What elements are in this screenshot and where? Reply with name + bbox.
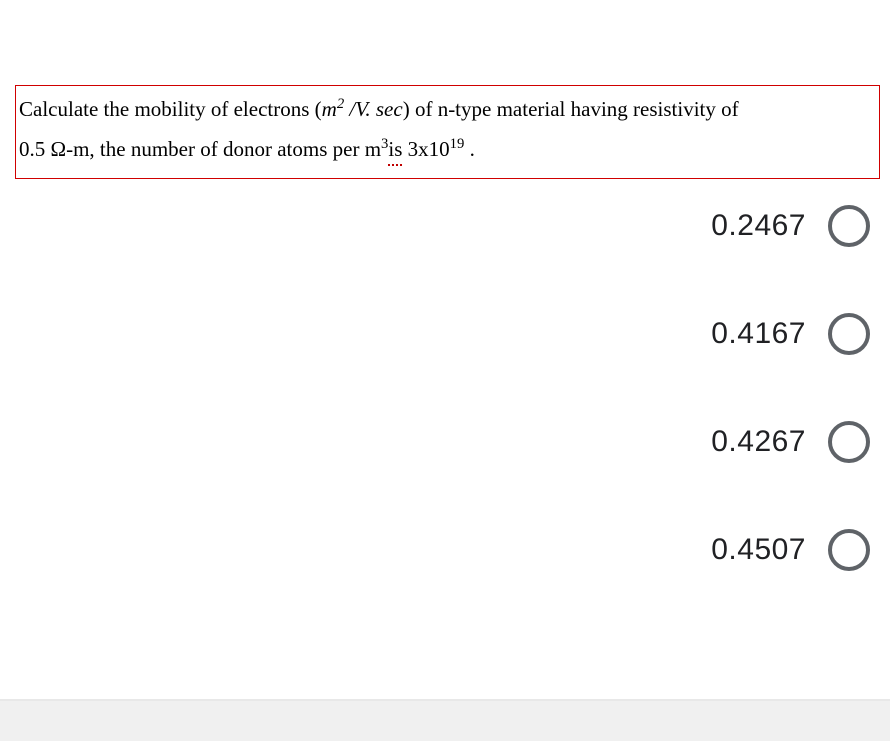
unit-slash: / [344, 97, 355, 121]
option-row[interactable]: 0.4167 [470, 313, 870, 355]
radio-icon[interactable] [828, 205, 870, 247]
radio-icon[interactable] [828, 313, 870, 355]
val-prefix: 3x10 [402, 137, 449, 161]
options-list: 0.2467 0.4167 0.4267 0.4507 [470, 195, 870, 571]
question-box: Calculate the mobility of electrons (m2 … [15, 85, 880, 179]
bottom-bar [0, 699, 890, 741]
option-label: 0.4167 [711, 317, 806, 351]
question-part1: Calculate the mobility of electrons ( [19, 97, 322, 121]
is-word: is [388, 130, 402, 170]
question-text: Calculate the mobility of electrons (m2 … [19, 90, 876, 170]
radio-icon[interactable] [828, 421, 870, 463]
option-row[interactable]: 0.4507 [470, 529, 870, 571]
option-label: 0.4267 [711, 425, 806, 459]
unit-v: V. sec [355, 97, 402, 121]
option-row[interactable]: 0.2467 [470, 205, 870, 247]
option-row[interactable]: 0.4267 [470, 421, 870, 463]
unit-m: m [322, 97, 337, 121]
option-label: 0.2467 [711, 209, 806, 243]
question-line2a: 0.5 Ω-m, the number of donor atoms per m [19, 137, 381, 161]
radio-icon[interactable] [828, 529, 870, 571]
question-part2: ) of n-type material having resistivity … [403, 97, 739, 121]
cube-exp: 3 [381, 136, 388, 152]
val-exp: 19 [450, 136, 465, 152]
period: . [464, 137, 475, 161]
option-label: 0.4507 [711, 533, 806, 567]
